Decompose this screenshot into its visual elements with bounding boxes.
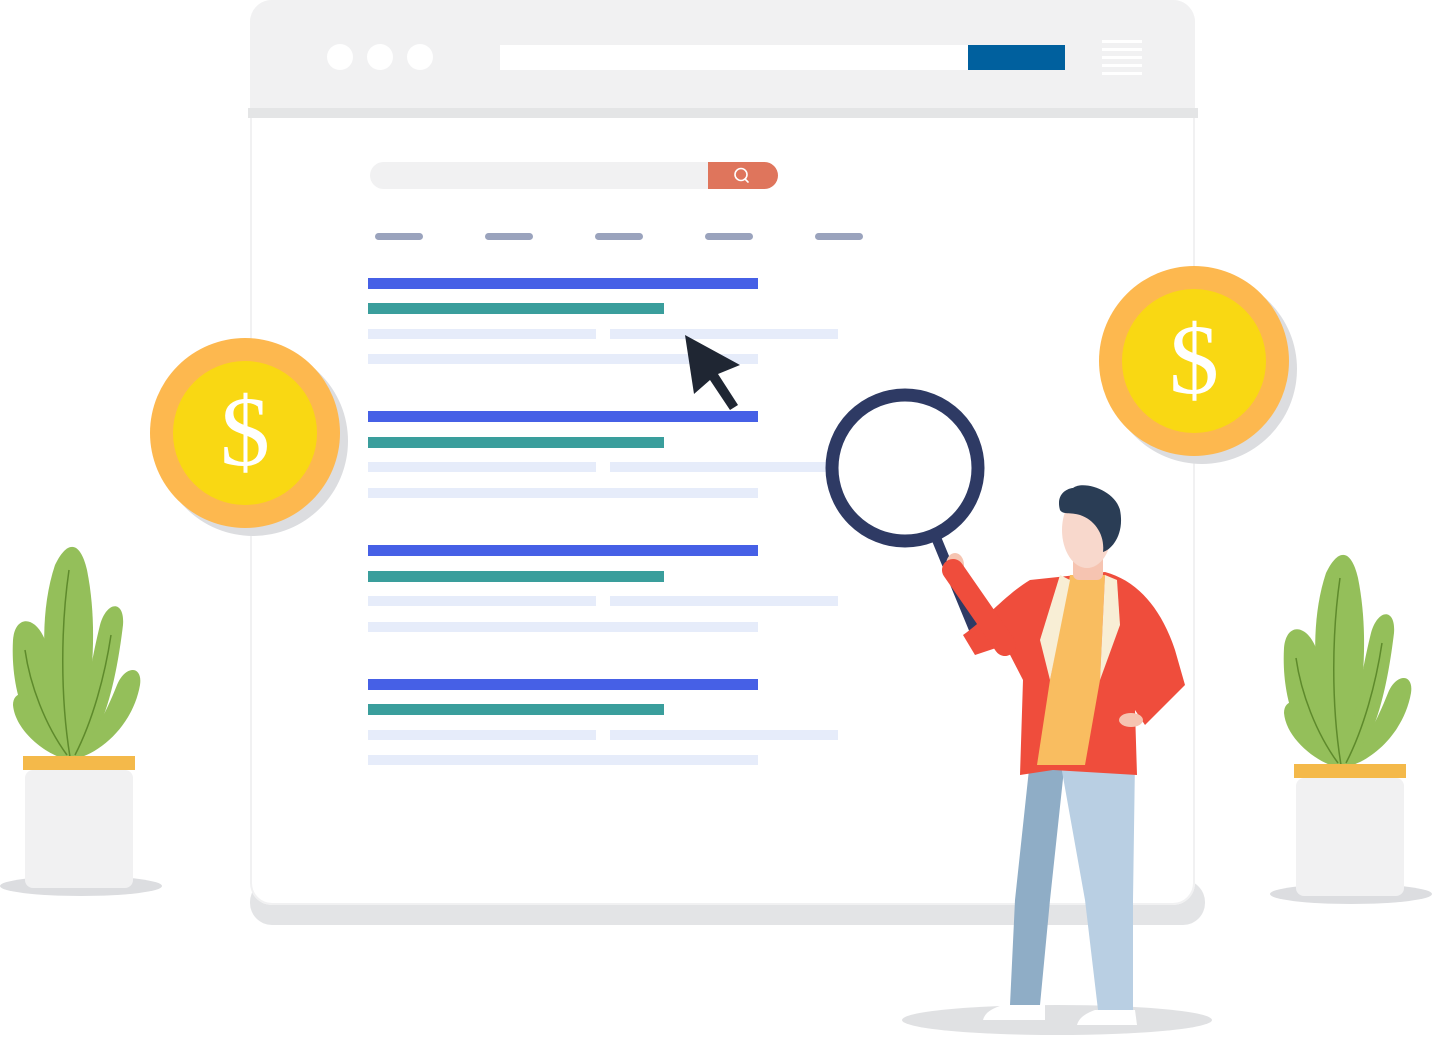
magnifying-glass-icon: [825, 388, 985, 637]
result-url: [368, 303, 664, 314]
dollar-coin-icon: $: [150, 338, 348, 536]
coin-symbol: $: [220, 376, 270, 487]
menu-line: [1102, 72, 1142, 75]
titlebar-divider: [248, 108, 1198, 118]
menu-line: [1102, 56, 1142, 59]
address-go-button[interactable]: [968, 45, 1065, 70]
search-button[interactable]: [708, 162, 778, 189]
result-snippet: [368, 329, 596, 339]
result-snippet: [368, 755, 758, 765]
mouse-pointer-icon: [685, 335, 740, 410]
menu-line: [1102, 48, 1142, 51]
nav-tab[interactable]: [705, 233, 753, 240]
result-url: [368, 704, 664, 715]
menu-line: [1102, 40, 1142, 43]
potted-plant-icon: [1283, 554, 1412, 896]
result-snippet: [368, 462, 596, 472]
window-dot-icon: [367, 44, 393, 70]
result-title[interactable]: [368, 545, 758, 556]
menu-line: [1102, 64, 1142, 67]
result-snippet: [368, 596, 596, 606]
illustration-scene: $ $: [0, 0, 1432, 1037]
result-snippet: [368, 730, 596, 740]
person-icon: [825, 388, 1212, 1035]
nav-tab[interactable]: [375, 233, 423, 240]
address-bar[interactable]: [500, 45, 970, 70]
search-icon: [734, 167, 749, 183]
nav-tab[interactable]: [815, 233, 863, 240]
window-dot-icon: [327, 44, 353, 70]
result-url: [368, 437, 664, 448]
result-snippet: [368, 622, 758, 632]
result-snippet: [610, 596, 838, 606]
nav-tab[interactable]: [485, 233, 533, 240]
window-dot-icon: [407, 44, 433, 70]
result-title[interactable]: [368, 679, 758, 690]
potted-plant-icon: [12, 546, 141, 888]
result-url: [368, 571, 664, 582]
result-snippet: [610, 730, 838, 740]
result-title[interactable]: [368, 278, 758, 289]
nav-tab[interactable]: [595, 233, 643, 240]
result-snippet: [610, 462, 838, 472]
result-snippet: [368, 488, 758, 498]
